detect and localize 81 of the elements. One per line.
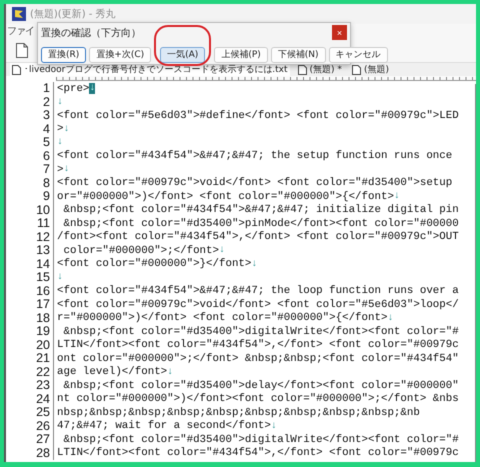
code-line: or="#000000">)</font> <font color="#000000">{</font> (57, 190, 394, 203)
line-number: 18 (6, 312, 54, 325)
code-line: &nbsp;<font color="#434f54">&#47;&#47; initialize digital pin (62, 204, 459, 216)
new-file-icon[interactable] (16, 42, 28, 58)
code-line: LTIN</font><font color="#434f54">,</font> <font color="#00979c (57, 447, 459, 460)
line-number: 21 (6, 352, 54, 366)
code-line: LTIN</font><font color="#434f54">,</font> <font color="#00979c (57, 339, 459, 352)
line-number: 3 (6, 109, 54, 122)
window-title: (無題)(更新) - 秀丸 (30, 8, 116, 21)
dialog-button[interactable]: 一気(A) (160, 46, 206, 62)
line-number: 15 (6, 271, 54, 284)
newline-mark: ↓ (167, 366, 174, 378)
code-line: &nbsp;<font color="#d35400">pinMode</font><font color="#00000 (62, 218, 459, 230)
line-number: 26 (6, 420, 54, 433)
line-number: 10 (6, 204, 54, 217)
line-number: 9 (6, 190, 54, 204)
line-number: 1 (6, 82, 54, 96)
dialog-button[interactable]: キャンセル (328, 46, 388, 62)
newline-mark: ↓ (57, 137, 64, 148)
newline-mark: ↓ (270, 420, 277, 432)
menu-item[interactable]: ファイ (7, 24, 34, 38)
code-line: > (57, 164, 64, 176)
dialog-button[interactable]: 上候補(P) (214, 46, 268, 62)
code-line: nbsp;&nbsp;&nbsp;&nbsp;&nbsp;&nbsp;&nbsp;&nbsp;&nbsp;&nb (57, 406, 420, 419)
line-number: 11 (6, 217, 54, 230)
code-line: nt color="#000000">)</font><font color="#000000">;</font> &nbs (57, 393, 459, 406)
line-number: 12 (6, 230, 54, 244)
line-number: 22 (6, 366, 54, 379)
code-line: <font color="#434f54">&#47;&#47; the setup function runs once (57, 150, 452, 162)
newline-mark: ↓ (394, 191, 400, 202)
newline-mark: ↓ (251, 258, 258, 270)
line-number: 19 (6, 325, 54, 338)
code-line: <font color="#00979c">void</font> <font color="#5e6d03">loop</ (57, 298, 459, 311)
line-number: 25 (6, 406, 54, 420)
code-line: > (57, 123, 64, 136)
line-number: 16 (6, 284, 54, 298)
file-tab[interactable]: (無題) * (296, 63, 344, 76)
file-tab[interactable]: (無題) (350, 63, 391, 76)
close-button[interactable]: × (332, 25, 347, 40)
code-line: age level)</font> (57, 366, 168, 378)
newline-mark: ↓ (63, 164, 70, 176)
line-number: 14 (6, 258, 54, 271)
line-number: 27 (6, 433, 54, 446)
line-number: 28 (6, 446, 54, 460)
code-line: <font color="#000000">}</font> (57, 258, 252, 270)
dialog-title: 置換の確認（下方向） (41, 26, 141, 40)
line-number: 13 (6, 244, 54, 258)
line-number: 6 (6, 150, 54, 163)
code-line: <font color="#434f54">&#47;&#47; the loop function runs over a (57, 285, 459, 298)
code-line: r="#000000">)</font> <font color="#000000">{</font> (57, 312, 388, 324)
newline-mark: ↓ (89, 83, 96, 94)
newline-mark: ↓ (57, 272, 64, 284)
newline-mark: ↓ (387, 312, 394, 324)
code-line: &nbsp;<font color="#d35400">digitalWrite</font><font color="# (62, 434, 459, 446)
newline-mark: ↓ (218, 245, 225, 256)
newline-mark: ↓ (57, 96, 64, 108)
line-number: 20 (6, 338, 54, 352)
newline-mark: ↓ (63, 124, 70, 135)
line-number: 17 (6, 298, 54, 312)
code-line: <font color="#00979c">void</font> <font color="#d35400">setup (57, 177, 452, 190)
code-line: ont color="#000000">;</font> &nbsp;&nbsp;<font color="#434f54" (57, 352, 459, 365)
line-number: 8 (6, 176, 54, 190)
code-line: /font><font color="#434f54">,</font> <font color="#00979c">OUT (57, 231, 459, 244)
line-number: 23 (6, 379, 54, 392)
code-line: <pre> (57, 82, 90, 95)
file-icon (352, 64, 361, 74)
code-line: color="#000000">;</font> (62, 244, 219, 257)
line-number: 5 (6, 136, 54, 150)
line-number: 4 (6, 122, 54, 136)
line-number: 24 (6, 392, 54, 406)
dialog-button[interactable]: 下候補(N) (270, 46, 326, 62)
file-icon (12, 64, 21, 74)
code-line: 47;&#47; wait for a second</font> (57, 420, 271, 432)
code-line: &nbsp;<font color="#d35400">delay</font><font color="#000000" (62, 380, 459, 392)
dialog-button[interactable]: 置換(R) (41, 46, 86, 62)
code-line: &nbsp;<font color="#d35400">digitalWrite</font><font color="# (62, 326, 459, 338)
line-number: 2 (6, 96, 54, 109)
code-line: <font color="#5e6d03">#define</font> <font color="#00979c">LED (57, 110, 459, 122)
dialog-button[interactable]: 置換+次(C) (89, 46, 152, 62)
app-icon (12, 7, 26, 21)
line-number: 7 (6, 163, 54, 176)
